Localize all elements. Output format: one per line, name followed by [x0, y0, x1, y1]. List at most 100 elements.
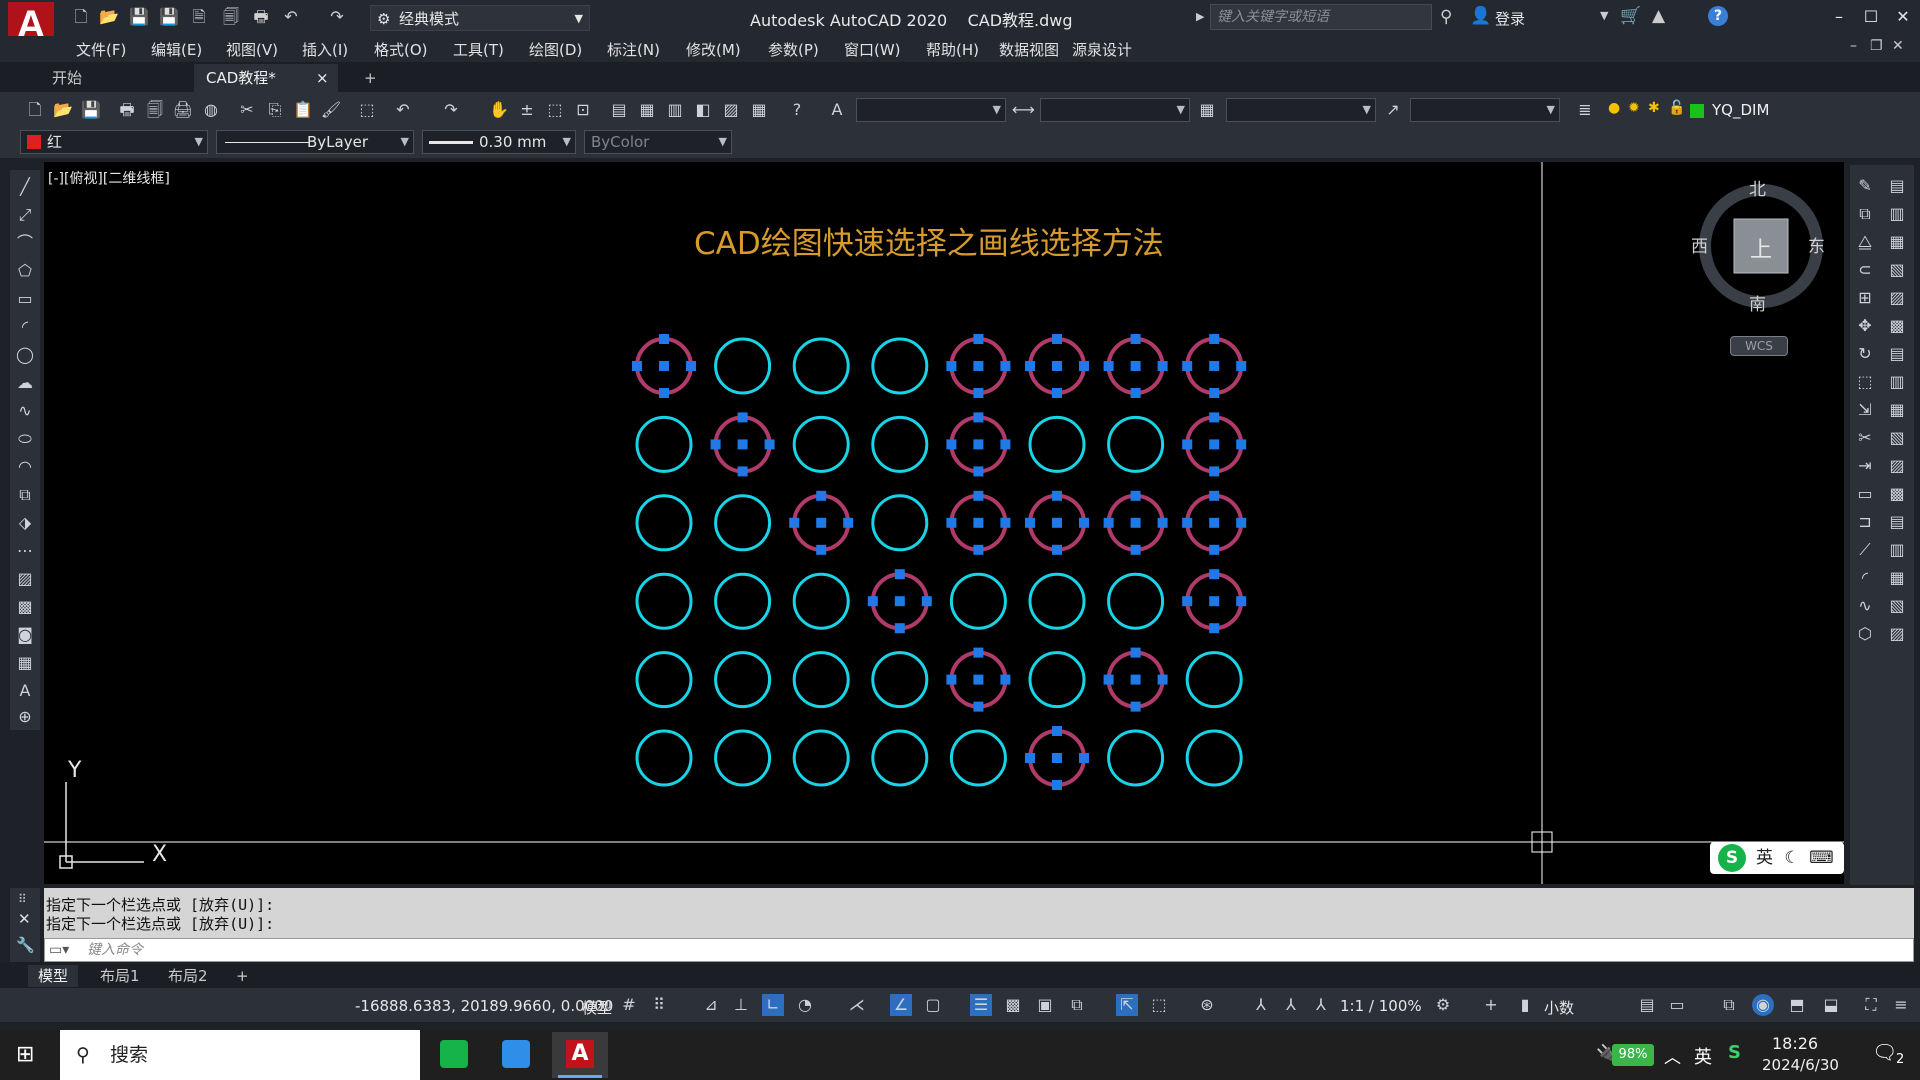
- drawing-canvas[interactable]: [-][俯视][二维线框] CAD绘图快速选择之画线选择方法 Y X 北 南 西…: [44, 162, 1844, 884]
- fullscreen-icon[interactable]: ⛶: [1860, 994, 1882, 1016]
- menu-format[interactable]: 格式(O): [374, 39, 428, 60]
- grip[interactable]: [816, 544, 827, 555]
- save-icon[interactable]: 💾: [80, 99, 102, 121]
- grip[interactable]: [789, 517, 800, 528]
- linetype-dropdown[interactable]: ByLayer ▼: [216, 130, 414, 154]
- join-icon[interactable]: ⊐: [1854, 511, 1876, 533]
- yq-tool-2-icon[interactable]: ▥: [1886, 203, 1908, 225]
- grip[interactable]: [894, 569, 905, 580]
- grip[interactable]: [1130, 701, 1141, 712]
- grip[interactable]: [1209, 412, 1220, 423]
- pan-icon[interactable]: ✋: [488, 99, 510, 121]
- grip[interactable]: [1052, 753, 1062, 763]
- cut-icon[interactable]: ✂: [236, 99, 258, 121]
- ellipse-icon[interactable]: ⬭: [14, 428, 36, 450]
- chevron-down-icon[interactable]: ▼: [1600, 9, 1608, 22]
- block-editor-icon[interactable]: ⬚: [356, 99, 378, 121]
- grip[interactable]: [1236, 361, 1247, 371]
- copy-object-icon[interactable]: ⧉: [1854, 203, 1876, 225]
- grip[interactable]: [1236, 596, 1247, 607]
- polar-tracking-icon[interactable]: ◔: [794, 994, 816, 1016]
- circle[interactable]: [1107, 729, 1165, 787]
- viewcube-top-label[interactable]: 上: [1750, 232, 1772, 264]
- menu-window[interactable]: 窗口(W): [844, 39, 901, 60]
- multileader-style-icon[interactable]: ↗: [1382, 99, 1404, 121]
- auto-scale-icon[interactable]: ⅄: [1280, 994, 1302, 1016]
- grip[interactable]: [973, 388, 984, 398]
- grip[interactable]: [1103, 517, 1114, 528]
- grip[interactable]: [973, 544, 984, 555]
- annotation-scale-dropdown[interactable]: 1:1 / 100%: [1340, 997, 1422, 1015]
- lineweight-display-icon[interactable]: ☰: [970, 994, 992, 1016]
- grip[interactable]: [946, 517, 957, 528]
- grip[interactable]: [1025, 361, 1035, 371]
- doc-minimize-button[interactable]: –: [1850, 38, 1857, 54]
- circle[interactable]: [1185, 651, 1243, 709]
- text-style-dropdown[interactable]: ▼: [856, 98, 1006, 122]
- graphics-performance-icon[interactable]: ⬓: [1820, 994, 1842, 1016]
- search-input[interactable]: 键入关键字或短语: [1210, 4, 1432, 30]
- expand-arrow-icon[interactable]: ▶: [1196, 10, 1204, 23]
- circle[interactable]: [792, 729, 850, 787]
- grip[interactable]: [1103, 674, 1114, 685]
- rectangle-icon[interactable]: ▭: [14, 288, 36, 310]
- yq-tool-7-icon[interactable]: ▤: [1886, 343, 1908, 365]
- table-icon[interactable]: ▦: [14, 652, 36, 674]
- yq-tool-5-icon[interactable]: ▨: [1886, 287, 1908, 309]
- design-center-icon[interactable]: ▦: [636, 99, 658, 121]
- clean-screen-icon[interactable]: ⬒: [1786, 994, 1808, 1016]
- grip[interactable]: [1052, 780, 1062, 790]
- dim-style-dropdown[interactable]: ▼: [1040, 98, 1190, 122]
- yq-tool-4-icon[interactable]: ▧: [1886, 259, 1908, 281]
- yq-tool-8-icon[interactable]: ▥: [1886, 371, 1908, 393]
- taskbar-search-box[interactable]: ⚲ 搜索: [60, 1030, 420, 1080]
- circle[interactable]: [1028, 572, 1086, 630]
- add-selected-icon[interactable]: ⊕: [14, 706, 36, 728]
- rotate-icon[interactable]: ↻: [1854, 343, 1876, 365]
- region-icon[interactable]: ◙: [14, 624, 36, 646]
- grip[interactable]: [632, 361, 642, 371]
- menu-view[interactable]: 视图(V): [226, 39, 278, 60]
- grip[interactable]: [1157, 674, 1168, 685]
- grip[interactable]: [1130, 388, 1141, 398]
- copy-icon[interactable]: ⎘: [264, 99, 286, 121]
- grip[interactable]: [1079, 517, 1089, 528]
- paste-icon[interactable]: 📋: [292, 99, 314, 121]
- print-icon[interactable]: 🖨: [172, 99, 194, 121]
- grip[interactable]: [1209, 517, 1220, 528]
- menu-edit[interactable]: 编辑(E): [151, 39, 202, 60]
- extend-icon[interactable]: ⇥: [1854, 455, 1876, 477]
- grip[interactable]: [1209, 596, 1220, 607]
- zoom-previous-icon[interactable]: ⊡: [572, 99, 594, 121]
- erase-icon[interactable]: ✎: [1854, 175, 1876, 197]
- chamfer-icon[interactable]: ⟋: [1854, 539, 1876, 561]
- clock-date[interactable]: 2024/6/30: [1762, 1056, 1839, 1074]
- grip[interactable]: [1079, 361, 1089, 371]
- grip[interactable]: [1079, 753, 1089, 763]
- grip[interactable]: [1157, 517, 1168, 528]
- circle[interactable]: [635, 651, 693, 709]
- menu-insert[interactable]: 插入(I): [302, 39, 348, 60]
- grip[interactable]: [1052, 388, 1062, 398]
- grip[interactable]: [1236, 439, 1247, 450]
- grip[interactable]: [1209, 439, 1220, 450]
- circle[interactable]: [871, 729, 929, 787]
- insert-block-icon[interactable]: ⧉: [14, 484, 36, 506]
- grip[interactable]: [710, 439, 721, 450]
- circle[interactable]: [635, 494, 693, 552]
- grip[interactable]: [1052, 726, 1062, 736]
- login-button[interactable]: 登录: [1495, 8, 1525, 29]
- grip[interactable]: [973, 674, 984, 685]
- yq-tool-1-icon[interactable]: ▤: [1886, 175, 1908, 197]
- grip[interactable]: [737, 466, 748, 477]
- grip[interactable]: [1182, 596, 1193, 607]
- lineweight-dropdown[interactable]: 0.30 mm ▼: [422, 130, 576, 154]
- layer-dropdown[interactable]: ● ✹ ✱ 🔓 YQ_DIM: [1602, 100, 1912, 122]
- plotstyle-dropdown[interactable]: ByColor ▼: [584, 130, 732, 154]
- dynamic-input-icon[interactable]: ⊥: [730, 994, 752, 1016]
- plot-icon[interactable]: 🖶: [116, 99, 138, 121]
- annotation-monitor-icon[interactable]: +: [1480, 994, 1502, 1016]
- yq-tool-6-icon[interactable]: ▩: [1886, 315, 1908, 337]
- menu-tools[interactable]: 工具(T): [453, 39, 504, 60]
- chevron-up-icon[interactable]: ︿: [1664, 1043, 1681, 1068]
